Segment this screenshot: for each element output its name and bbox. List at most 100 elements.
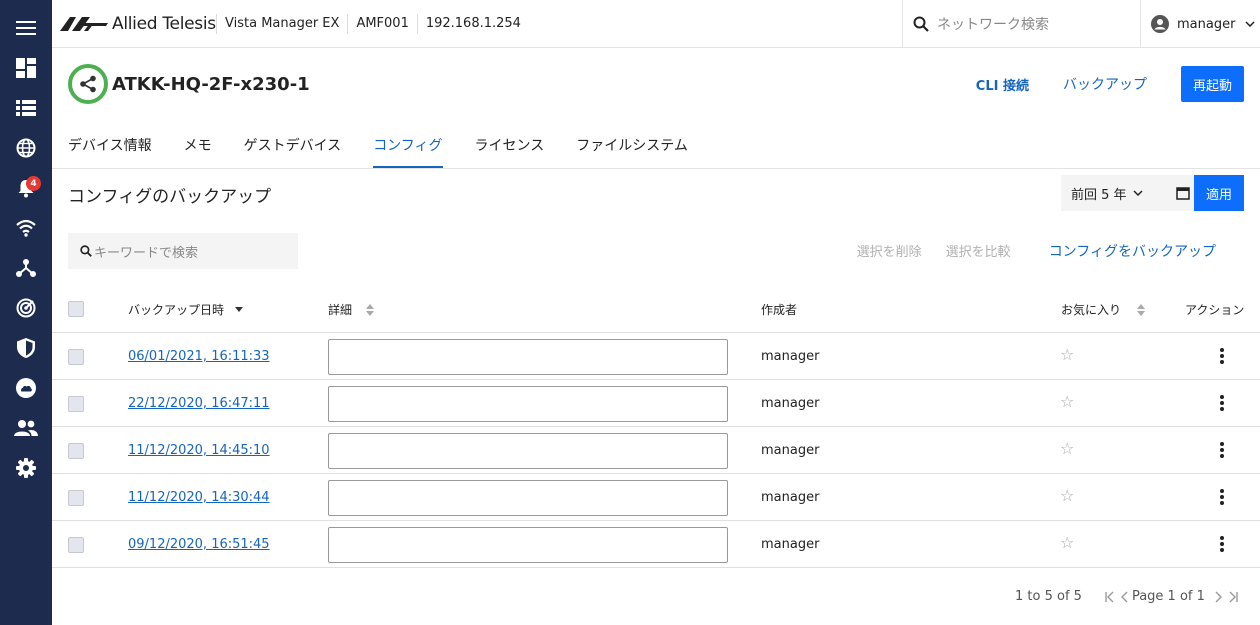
menu-icon[interactable] bbox=[0, 8, 52, 48]
device-tabs: デバイス情報 メモ ゲストデバイス コンフィグ ライセンス ファイルシステム bbox=[52, 124, 1260, 169]
share-icon bbox=[80, 75, 96, 93]
tab-file-system[interactable]: ファイルシステム bbox=[576, 124, 688, 168]
reboot-button[interactable]: 再起動 bbox=[1180, 66, 1244, 102]
table-row: 06/01/2021, 16:11:33 manager ☆ bbox=[52, 333, 1260, 380]
more-vert-icon[interactable] bbox=[1216, 487, 1228, 507]
dashboard-icon[interactable] bbox=[0, 48, 52, 88]
keyword-search[interactable]: キーワードで検索 bbox=[68, 233, 298, 269]
breadcrumb-product[interactable]: Vista Manager EX bbox=[216, 14, 347, 34]
globe-icon[interactable] bbox=[0, 128, 52, 168]
brand-name: Allied Telesis bbox=[112, 14, 216, 34]
pagination: 1 to 5 of 5 Page 1 of 1 bbox=[1015, 589, 1239, 604]
backup-config-button[interactable]: コンフィグをバックアップ bbox=[1049, 241, 1216, 261]
row-checkbox[interactable] bbox=[68, 349, 84, 365]
column-date-label: バックアップ日時 bbox=[128, 303, 225, 317]
more-vert-icon[interactable] bbox=[1216, 393, 1228, 413]
column-date[interactable]: バックアップ日時 bbox=[128, 301, 244, 318]
chevron-down-icon bbox=[1245, 21, 1255, 27]
first-page-icon[interactable] bbox=[1104, 591, 1116, 603]
user-menu[interactable]: manager bbox=[1140, 0, 1260, 48]
row-checkbox[interactable] bbox=[68, 443, 84, 459]
delete-selected-button[interactable]: 選択を削除 bbox=[857, 241, 922, 261]
wifi-icon[interactable] bbox=[0, 208, 52, 248]
list-icon[interactable] bbox=[0, 88, 52, 128]
account-icon bbox=[1151, 15, 1169, 33]
keyword-search-placeholder: キーワードで検索 bbox=[94, 245, 199, 261]
creator-cell: manager bbox=[761, 490, 820, 505]
radar-icon[interactable] bbox=[0, 288, 52, 328]
device-title: ATKK-HQ-2F-x230-1 bbox=[112, 73, 310, 95]
breadcrumb-ip[interactable]: 192.168.1.254 bbox=[416, 14, 529, 34]
tab-guest-devices[interactable]: ゲストデバイス bbox=[244, 124, 342, 168]
tab-device-info[interactable]: デバイス情報 bbox=[68, 124, 152, 168]
backup-date-link[interactable]: 11/12/2020, 14:30:44 bbox=[128, 490, 270, 505]
tab-config[interactable]: コンフィグ bbox=[373, 124, 443, 168]
user-name: manager bbox=[1177, 16, 1236, 32]
network-search[interactable]: ネットワーク検索 bbox=[902, 0, 1140, 48]
top-bar: Allied Telesis Vista Manager EX AMF001 1… bbox=[52, 0, 1260, 48]
topology-icon[interactable] bbox=[0, 248, 52, 288]
more-vert-icon[interactable] bbox=[1216, 346, 1228, 366]
shield-icon[interactable] bbox=[0, 328, 52, 368]
favorite-star-icon[interactable]: ☆ bbox=[1060, 439, 1074, 458]
table-row: 09/12/2020, 16:51:45 manager ☆ bbox=[52, 521, 1260, 568]
backup-date-link[interactable]: 09/12/2020, 16:51:45 bbox=[128, 537, 270, 552]
notification-badge: 4 bbox=[26, 176, 41, 191]
column-action: アクション bbox=[1185, 301, 1244, 318]
cloud-icon[interactable] bbox=[0, 368, 52, 408]
brand-logo[interactable]: Allied Telesis bbox=[60, 14, 216, 34]
backup-date-link[interactable]: 06/01/2021, 16:11:33 bbox=[128, 349, 270, 364]
pagination-range: 1 to 5 of 5 bbox=[1015, 589, 1082, 604]
last-page-icon[interactable] bbox=[1227, 591, 1239, 603]
table-row: 22/12/2020, 16:47:11 manager ☆ bbox=[52, 380, 1260, 427]
row-checkbox[interactable] bbox=[68, 396, 84, 412]
favorite-star-icon[interactable]: ☆ bbox=[1060, 533, 1074, 552]
table-row: 11/12/2020, 14:45:10 manager ☆ bbox=[52, 427, 1260, 474]
prev-page-icon[interactable] bbox=[1120, 591, 1130, 603]
more-vert-icon[interactable] bbox=[1216, 534, 1228, 554]
table-header: バックアップ日時 詳細 作成者 お気に入り アクション bbox=[52, 285, 1260, 333]
sort-icon bbox=[366, 303, 375, 316]
settings-icon[interactable] bbox=[0, 448, 52, 488]
calendar-icon[interactable] bbox=[1175, 186, 1190, 200]
compare-selected-button[interactable]: 選択を比較 bbox=[946, 241, 1011, 261]
users-icon[interactable] bbox=[0, 408, 52, 448]
favorite-star-icon[interactable]: ☆ bbox=[1060, 345, 1074, 364]
detail-input[interactable] bbox=[328, 339, 728, 375]
cli-connect-button[interactable]: CLI 接続 bbox=[976, 75, 1029, 94]
bell-icon[interactable]: 4 bbox=[0, 168, 52, 208]
detail-input[interactable] bbox=[328, 386, 728, 422]
column-detail-label: 詳細 bbox=[328, 303, 353, 317]
breadcrumb-amf[interactable]: AMF001 bbox=[347, 14, 416, 34]
creator-cell: manager bbox=[761, 443, 820, 458]
select-all-checkbox[interactable] bbox=[68, 301, 84, 317]
favorite-star-icon[interactable]: ☆ bbox=[1060, 392, 1074, 411]
row-checkbox[interactable] bbox=[68, 537, 84, 553]
more-vert-icon[interactable] bbox=[1216, 440, 1228, 460]
tab-memo[interactable]: メモ bbox=[184, 124, 212, 168]
creator-cell: manager bbox=[761, 349, 820, 364]
network-search-placeholder: ネットワーク検索 bbox=[937, 17, 1049, 33]
backup-table: バックアップ日時 詳細 作成者 お気に入り アクション 06/01/2021, … bbox=[52, 285, 1260, 568]
tab-license[interactable]: ライセンス bbox=[475, 124, 545, 168]
column-detail[interactable]: 詳細 bbox=[328, 301, 375, 318]
column-creator: 作成者 bbox=[761, 301, 797, 318]
detail-input[interactable] bbox=[328, 527, 728, 563]
next-page-icon[interactable] bbox=[1213, 591, 1223, 603]
apply-button[interactable]: 適用 bbox=[1194, 175, 1244, 211]
favorite-star-icon[interactable]: ☆ bbox=[1060, 486, 1074, 505]
breadcrumb: Vista Manager EX AMF001 192.168.1.254 bbox=[216, 0, 529, 48]
row-checkbox[interactable] bbox=[68, 490, 84, 506]
column-favorite[interactable]: お気に入り bbox=[1061, 301, 1146, 318]
table-row: 11/12/2020, 14:30:44 manager ☆ bbox=[52, 474, 1260, 521]
detail-input[interactable] bbox=[328, 433, 728, 469]
period-select[interactable]: 前回 5 年 bbox=[1061, 175, 1194, 211]
backup-date-link[interactable]: 11/12/2020, 14:45:10 bbox=[128, 443, 270, 458]
table-toolbar: 選択を削除 選択を比較 コンフィグをバックアップ bbox=[833, 241, 1216, 261]
sort-icon bbox=[1137, 303, 1146, 316]
detail-input[interactable] bbox=[328, 480, 728, 516]
creator-cell: manager bbox=[761, 537, 820, 552]
column-creator-label: 作成者 bbox=[761, 303, 798, 317]
backup-date-link[interactable]: 22/12/2020, 16:47:11 bbox=[128, 396, 270, 411]
backup-button[interactable]: バックアップ bbox=[1063, 74, 1147, 94]
